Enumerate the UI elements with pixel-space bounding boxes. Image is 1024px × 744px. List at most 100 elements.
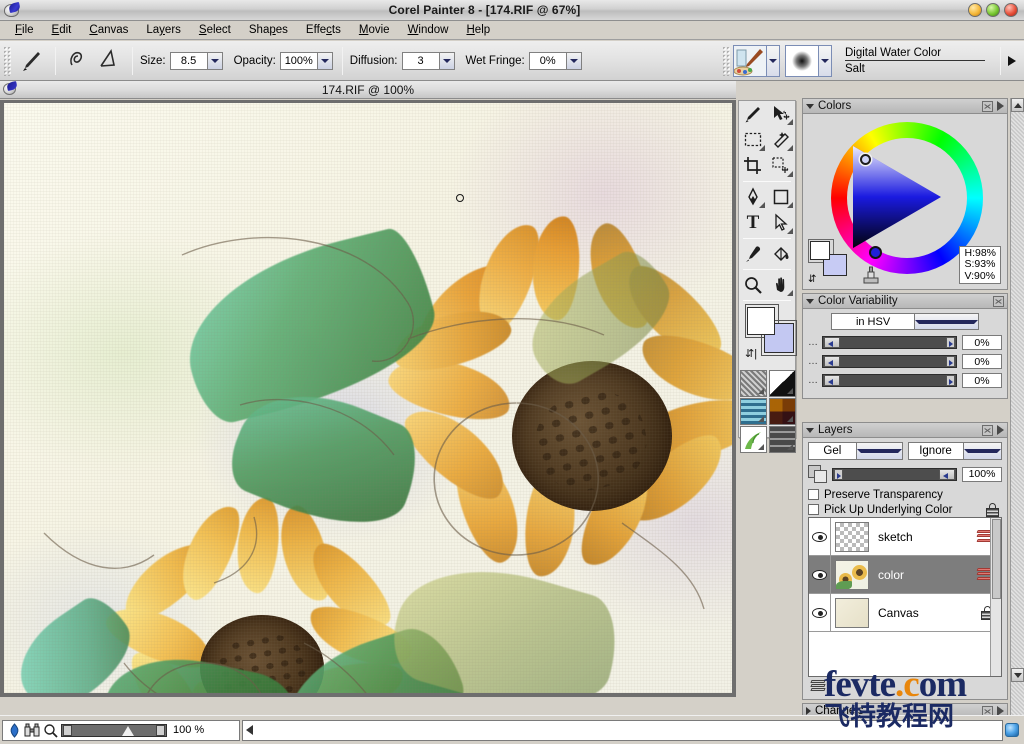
clone-color-icon[interactable] [861, 265, 881, 285]
new-layer-icon[interactable] [810, 679, 829, 695]
brush-category-selector[interactable] [733, 44, 780, 77]
composite-method-select[interactable]: Gel [808, 442, 903, 460]
expand-arrow-icon[interactable] [1008, 55, 1016, 66]
menu-layers[interactable]: Layers [137, 23, 190, 37]
primary-color-swatch[interactable] [747, 307, 775, 335]
paint-bucket-tool[interactable] [767, 241, 795, 267]
left-arrow-icon[interactable] [246, 725, 253, 735]
pattern-selector[interactable] [740, 398, 767, 425]
shape-selection-tool[interactable] [767, 210, 795, 236]
collapse-triangle-icon[interactable] [806, 427, 814, 433]
brush-variant-selector[interactable] [785, 44, 832, 77]
slider-end[interactable] [946, 337, 955, 348]
brush-category-dropdown-icon[interactable] [767, 44, 780, 77]
freehand-stroke-icon[interactable] [67, 48, 91, 73]
diffusion-field[interactable] [401, 51, 455, 70]
opacity-input[interactable] [280, 52, 317, 69]
brush-dab-icon[interactable] [785, 44, 819, 77]
palette-scrollbar[interactable] [1010, 98, 1024, 720]
saturation-variability-slider[interactable] [822, 355, 957, 368]
binoculars-icon[interactable] [23, 722, 41, 739]
propertybar-grip[interactable] [3, 45, 11, 76]
scroll-down-button[interactable] [1011, 668, 1024, 682]
layer-visibility-toggle[interactable] [809, 556, 831, 593]
brush-category-icon[interactable] [733, 44, 767, 77]
document-titlebar[interactable]: 174.RIF @ 100% [0, 81, 736, 99]
size-field[interactable] [169, 51, 223, 70]
brush-selector-grip[interactable] [722, 45, 730, 76]
swap-colors-icon[interactable]: ⇵ [808, 274, 816, 285]
wet-fringe-dropdown-icon[interactable] [565, 52, 581, 69]
rectangular-shape-tool[interactable] [767, 184, 795, 210]
pick-up-underlying-color-row[interactable]: Pick Up Underlying Color [808, 502, 1002, 517]
layer-visibility-toggle[interactable] [809, 594, 831, 631]
selection-adjuster-tool[interactable] [767, 153, 795, 179]
composite-depth-dropdown-icon[interactable] [962, 443, 1002, 459]
preserve-transparency-row[interactable]: Preserve Transparency [808, 487, 1002, 502]
slider-end[interactable] [946, 375, 955, 386]
menu-help[interactable]: Help [457, 23, 499, 37]
layer-name[interactable]: Canvas [878, 606, 919, 620]
eye-icon[interactable] [812, 569, 827, 580]
colors-panel-header[interactable]: Colors [803, 99, 1007, 114]
panel-menu-icon[interactable] [997, 425, 1004, 435]
layer-opacity-slider[interactable] [832, 467, 957, 481]
opacity-field[interactable] [279, 51, 333, 70]
menu-effects[interactable]: Effects [297, 23, 350, 37]
menu-window[interactable]: Window [399, 23, 458, 37]
drawing-mode-icon[interactable] [5, 722, 23, 739]
maximize-button[interactable] [986, 3, 1000, 17]
size-input[interactable] [170, 52, 207, 69]
layer-row-sketch[interactable]: sketch [809, 518, 1001, 556]
layer-name[interactable]: sketch [878, 530, 913, 544]
magic-wand-tool[interactable] [767, 127, 795, 153]
zoom-slider[interactable] [61, 723, 167, 737]
composite-method-dropdown-icon[interactable] [855, 443, 902, 459]
close-button[interactable] [1004, 3, 1018, 17]
magnifier-tool[interactable] [739, 272, 767, 298]
menu-edit[interactable]: Edit [43, 23, 81, 37]
hue-variability-slider[interactable] [822, 336, 957, 349]
slider-start[interactable] [834, 468, 843, 480]
color-wheel-area[interactable]: H:98% S:93% V:90% ⇵ [803, 114, 1007, 289]
menu-shapes[interactable]: Shapes [240, 23, 297, 37]
close-icon[interactable] [982, 100, 993, 112]
gradient-selector[interactable] [769, 370, 796, 397]
sv-selector-dot[interactable] [860, 154, 871, 165]
saturation-variability-value[interactable]: 0% [962, 354, 1002, 369]
variability-mode-dropdown-icon[interactable] [914, 314, 978, 329]
paper-selector[interactable] [740, 370, 767, 397]
size-dropdown-icon[interactable] [206, 52, 222, 69]
composite-depth-select[interactable]: Ignore [907, 442, 1002, 460]
menu-select[interactable]: Select [190, 23, 240, 37]
slider-thumb[interactable] [824, 337, 840, 348]
layer-list-scrollbar[interactable] [990, 518, 1001, 676]
diffusion-dropdown-icon[interactable] [438, 52, 454, 69]
slider-end[interactable] [156, 724, 165, 736]
layer-name[interactable]: color [878, 568, 904, 582]
slider-thumb[interactable] [824, 375, 840, 386]
layer-adjuster-tool[interactable] [767, 101, 795, 127]
layer-row-canvas[interactable]: Canvas [809, 594, 1001, 632]
artwork-canvas[interactable] [4, 103, 732, 693]
minimize-button[interactable] [968, 3, 982, 17]
dropper-tool[interactable] [739, 241, 767, 267]
value-variability-slider[interactable] [822, 374, 957, 387]
wet-fringe-input[interactable] [529, 52, 566, 69]
panel-menu-icon[interactable] [997, 101, 1004, 111]
layers-panel-header[interactable]: Layers [803, 423, 1007, 438]
straight-line-stroke-icon[interactable] [97, 48, 121, 73]
value-variability-value[interactable]: 0% [962, 373, 1002, 388]
slider-thumb[interactable] [939, 468, 955, 480]
slider-start[interactable] [63, 724, 72, 736]
color-set-icon[interactable] [1005, 723, 1019, 737]
text-tool[interactable]: T [739, 210, 767, 236]
layer-visibility-toggle[interactable] [809, 518, 831, 555]
weave-selector[interactable] [769, 398, 796, 425]
scrollbar-thumb[interactable] [992, 519, 1001, 599]
collapse-triangle-icon[interactable] [806, 298, 814, 304]
color-variability-header[interactable]: Color Variability [803, 294, 1007, 309]
eye-icon[interactable] [812, 531, 827, 542]
slider-thumb[interactable] [122, 725, 134, 736]
layer-opacity-value[interactable]: 100% [962, 466, 1002, 482]
